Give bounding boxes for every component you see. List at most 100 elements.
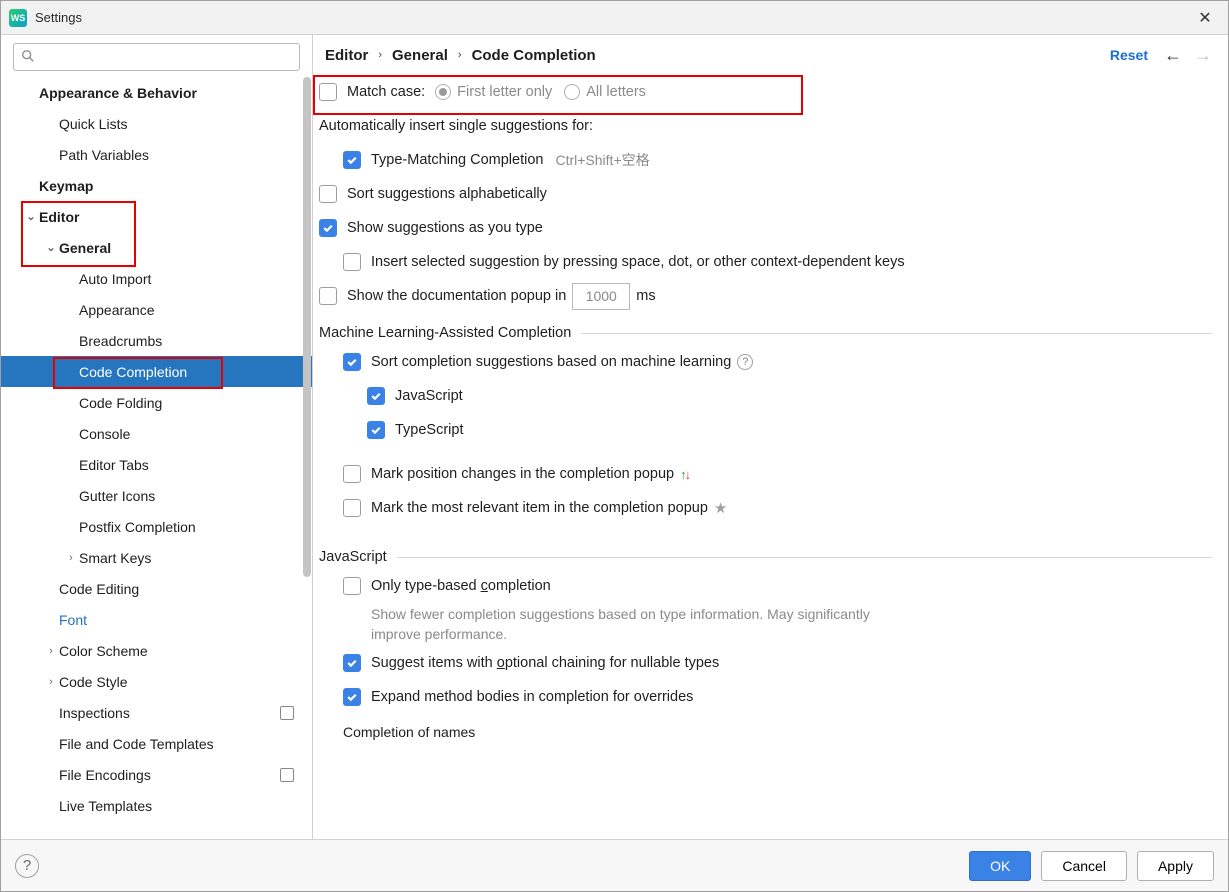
- sidebar-item[interactable]: Gutter Icons: [1, 480, 312, 511]
- ml-ts-label: TypeScript: [395, 422, 464, 438]
- sidebar-item[interactable]: ⌄General: [1, 232, 312, 263]
- sidebar-item[interactable]: Font: [1, 604, 312, 635]
- chevron-down-icon: ⌄: [21, 210, 41, 223]
- show-as-type-checkbox[interactable]: [319, 219, 337, 237]
- type-matching-checkbox[interactable]: [343, 151, 361, 169]
- sidebar-item-label: Keymap: [39, 178, 93, 194]
- settings-tree[interactable]: Appearance & Behavior Quick Lists Path Var…: [1, 77, 312, 839]
- sidebar-item-label: Appearance: [79, 302, 155, 318]
- sidebar-item-label: Breadcrumbs: [79, 333, 162, 349]
- nav-back-icon[interactable]: ←: [1164, 45, 1182, 66]
- search-input[interactable]: [13, 43, 300, 71]
- all-letters-radio[interactable]: [564, 84, 580, 100]
- app-icon: WS: [9, 9, 27, 27]
- breadcrumb-item[interactable]: General: [392, 47, 448, 64]
- nav-forward-icon: →: [1194, 45, 1212, 66]
- sidebar-item[interactable]: Code Folding: [1, 387, 312, 418]
- breadcrumb-item[interactable]: Editor: [325, 47, 368, 64]
- sidebar-item[interactable]: Inspections: [1, 697, 312, 728]
- insert-space-label: Insert selected suggestion by pressing s…: [371, 254, 905, 270]
- sidebar-item-label: File Encodings: [59, 767, 151, 783]
- all-letters-label: All letters: [586, 84, 646, 100]
- doc-delay-input[interactable]: [572, 283, 630, 310]
- match-case-label: Match case:: [347, 84, 425, 100]
- mark-pos-label: Mark position changes in the completion …: [371, 466, 674, 482]
- search-icon: [21, 49, 35, 63]
- sidebar-item[interactable]: File Encodings: [1, 759, 312, 790]
- ml-section-header: Machine Learning-Assisted Completion: [319, 325, 571, 341]
- sidebar-item[interactable]: Appearance: [1, 294, 312, 325]
- sidebar-item[interactable]: Keymap: [1, 170, 312, 201]
- sidebar-item[interactable]: Path Variables: [1, 139, 312, 170]
- ml-js-checkbox[interactable]: [367, 387, 385, 405]
- mark-rel-checkbox[interactable]: [343, 499, 361, 517]
- js-optional-label: Suggest items with optional chaining for…: [371, 655, 719, 671]
- project-scope-icon: [280, 706, 294, 720]
- sort-alpha-label: Sort suggestions alphabetically: [347, 186, 547, 202]
- sidebar-item-label: Gutter Icons: [79, 488, 155, 504]
- settings-panel[interactable]: Match case: First letter only All letter…: [313, 75, 1228, 839]
- sidebar-item-label: Code Style: [59, 674, 127, 690]
- completion-names-header: Completion of names: [343, 724, 1212, 740]
- close-icon[interactable]: ✕: [1190, 8, 1220, 28]
- sidebar-item-label: Quick Lists: [59, 116, 127, 132]
- auto-insert-header: Automatically insert single suggestions …: [319, 118, 593, 134]
- chevron-down-icon: ⌄: [41, 241, 61, 254]
- chevron-right-icon: ›: [458, 49, 462, 61]
- cancel-button[interactable]: Cancel: [1041, 851, 1127, 881]
- help-icon[interactable]: ?: [737, 354, 753, 370]
- ml-js-label: JavaScript: [395, 388, 463, 404]
- mark-pos-checkbox[interactable]: [343, 465, 361, 483]
- reset-link[interactable]: Reset: [1110, 47, 1148, 63]
- main-header: Editor › General › Code Completion Reset…: [313, 35, 1228, 75]
- sidebar-item-label: Code Editing: [59, 581, 139, 597]
- ml-ts-checkbox[interactable]: [367, 421, 385, 439]
- show-doc-label-pre: Show the documentation popup in: [347, 288, 566, 304]
- sidebar-item[interactable]: ›Smart Keys: [1, 542, 312, 573]
- js-typebased-checkbox[interactable]: [343, 577, 361, 595]
- updown-icon: ↑↓: [680, 467, 689, 482]
- sidebar-item[interactable]: File and Code Templates: [1, 728, 312, 759]
- sidebar-item[interactable]: ›Color Scheme: [1, 635, 312, 666]
- sidebar-item[interactable]: Breadcrumbs: [1, 325, 312, 356]
- sidebar-item-label: Path Variables: [59, 147, 149, 163]
- settings-sidebar: Appearance & Behavior Quick Lists Path Var…: [1, 35, 313, 839]
- show-doc-label-post: ms: [636, 288, 655, 304]
- help-button[interactable]: ?: [15, 854, 39, 878]
- sidebar-item-label: File and Code Templates: [59, 736, 214, 752]
- js-typebased-hint: Show fewer completion suggestions based …: [343, 605, 903, 644]
- sidebar-scrollbar[interactable]: [303, 77, 311, 577]
- sidebar-item-label: Editor: [39, 209, 79, 225]
- window-title: Settings: [35, 10, 1190, 25]
- apply-button[interactable]: Apply: [1137, 851, 1214, 881]
- first-letter-radio[interactable]: [435, 84, 451, 100]
- sidebar-item[interactable]: Appearance & Behavior: [1, 77, 312, 108]
- ml-sort-checkbox[interactable]: [343, 353, 361, 371]
- insert-space-checkbox[interactable]: [343, 253, 361, 271]
- sidebar-item[interactable]: Postfix Completion: [1, 511, 312, 542]
- sidebar-item[interactable]: Console: [1, 418, 312, 449]
- sidebar-item[interactable]: ›Code Style: [1, 666, 312, 697]
- sidebar-item[interactable]: Editor Tabs: [1, 449, 312, 480]
- divider: [581, 333, 1212, 334]
- match-case-checkbox[interactable]: [319, 83, 337, 101]
- sidebar-item[interactable]: Code Editing: [1, 573, 312, 604]
- sidebar-item-label: Color Scheme: [59, 643, 148, 659]
- breadcrumb: Editor › General › Code Completion: [319, 47, 1110, 64]
- ok-button[interactable]: OK: [969, 851, 1031, 881]
- sidebar-item-label: Live Templates: [59, 798, 152, 814]
- sidebar-item[interactable]: Auto Import: [1, 263, 312, 294]
- sidebar-item[interactable]: ⌄Editor: [1, 201, 312, 232]
- chevron-right-icon: ›: [41, 645, 61, 657]
- ml-sort-label: Sort completion suggestions based on mac…: [371, 354, 731, 370]
- sidebar-item[interactable]: Code Completion: [1, 356, 312, 387]
- js-expand-checkbox[interactable]: [343, 688, 361, 706]
- sidebar-item[interactable]: Quick Lists: [1, 108, 312, 139]
- sidebar-item-label: Code Completion: [79, 364, 187, 380]
- sidebar-item-label: Code Folding: [79, 395, 162, 411]
- project-scope-icon: [280, 768, 294, 782]
- show-doc-checkbox[interactable]: [319, 287, 337, 305]
- sidebar-item[interactable]: Live Templates: [1, 790, 312, 821]
- sort-alpha-checkbox[interactable]: [319, 185, 337, 203]
- js-optional-checkbox[interactable]: [343, 654, 361, 672]
